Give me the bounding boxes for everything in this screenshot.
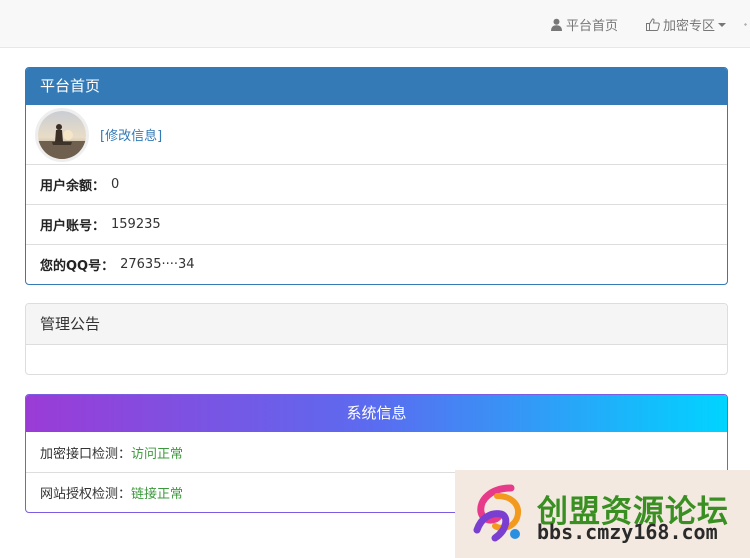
account-value: 159235 (111, 217, 161, 232)
balance-label: 用户余额： (40, 179, 106, 194)
nav-item-label: 平台首页 (565, 18, 618, 34)
avatar-row: [修改信息] (26, 105, 727, 164)
thumbs-up-icon (645, 17, 660, 31)
qq-row: 您的QQ号： 27635····34 (26, 244, 727, 284)
nav-item-label: 加密专区 (662, 18, 715, 34)
panel-title: 系统信息 (26, 395, 727, 432)
balance-value: 0 (111, 177, 120, 192)
avatar (35, 107, 89, 162)
panel-title: 平台首页 (26, 68, 727, 105)
gear-icon (744, 22, 747, 26)
api-check-status: 访问正常 (131, 446, 184, 462)
qq-label: 您的QQ号： (40, 259, 115, 274)
panel-title: 管理公告 (26, 304, 727, 345)
qq-value: 27635····34 (120, 257, 195, 272)
top-navbar: 平台首页 加密专区 (0, 0, 750, 48)
watermark: 创盟资源论坛 bbs.cmzy168.com (455, 470, 750, 558)
avatar-image (38, 110, 86, 159)
nav-item-encryption[interactable]: 加密专区 (632, 0, 740, 48)
api-check-label: 加密接口检测： (40, 446, 132, 462)
watermark-url: bbs.cmzy168.com (537, 520, 718, 544)
caret-down-icon (718, 23, 726, 27)
nav-menu: 平台首页 加密专区 (536, 0, 750, 48)
account-label: 用户账号： (40, 219, 106, 234)
notice-panel: 管理公告 (25, 303, 728, 375)
user-icon (550, 18, 562, 31)
profile-panel: 平台首页 [修改信息] 用户余额： 0 用户账号： 159235 您的QQ号： … (25, 67, 728, 285)
api-check-row: 加密接口检测： 访问正常 (26, 432, 727, 472)
license-check-status: 链接正常 (131, 487, 184, 502)
license-check-label: 网站授权检测： (40, 487, 132, 502)
nav-item-overflow[interactable] (740, 0, 750, 48)
watermark-logo-icon (473, 484, 521, 542)
account-row: 用户账号： 159235 (26, 204, 727, 244)
balance-row: 用户余额： 0 (26, 164, 727, 204)
nav-item-home[interactable]: 平台首页 (536, 0, 632, 48)
edit-info-link[interactable]: [修改信息] (100, 125, 162, 144)
